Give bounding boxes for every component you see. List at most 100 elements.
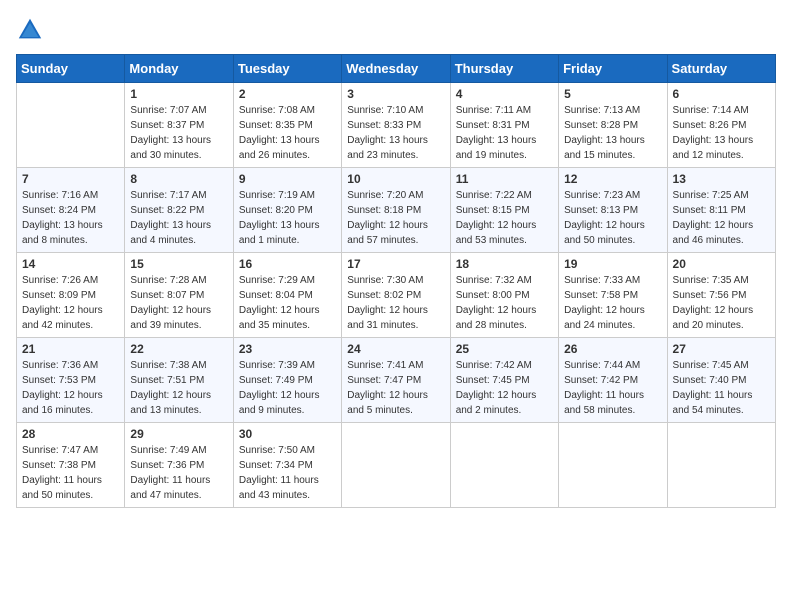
day-info: Sunrise: 7:45 AM Sunset: 7:40 PM Daylight:…: [673, 358, 770, 418]
sunrise-text: Sunrise: 7:16 AM: [22, 190, 98, 201]
day-info: Sunrise: 7:44 AMSunset: 7:42 PMDaylight:…: [564, 358, 661, 418]
sunrise-text: Sunrise: 7:22 AM: [456, 190, 532, 201]
page-header: [16, 16, 776, 44]
sunrise-text: Sunrise: 7:28 AM: [130, 275, 206, 286]
calendar-cell: 25Sunrise: 7:42 AMSunset: 7:45 PMDayligh…: [450, 338, 558, 423]
daylight-text: Daylight: 12 hours and 53 minutes.: [456, 220, 537, 246]
calendar-cell: 26Sunrise: 7:44 AMSunset: 7:42 PMDayligh…: [559, 338, 667, 423]
day-info: Sunrise: 7:20 AMSunset: 8:18 PMDaylight:…: [347, 188, 444, 248]
sunset-text: Sunset: 8:11 PM: [673, 205, 746, 216]
calendar-cell: 9 Sunrise: 7:19 AM Sunset: 8:20 PM Daylight…: [233, 168, 341, 253]
daylight-text: Daylight: 13 hours and 15 minutes.: [564, 135, 645, 161]
header-monday: Monday: [125, 55, 233, 83]
calendar-cell: 4Sunrise: 7:11 AMSunset: 8:31 PMDaylight…: [450, 83, 558, 168]
sunrise-text: Sunrise: 7:10 AM: [347, 105, 423, 116]
sunset-text: Sunset: 8:22 PM: [130, 205, 204, 216]
day-number: 7: [22, 172, 119, 186]
sunrise-text: Sunrise: 7:17 AM: [130, 190, 206, 201]
sunrise-text: Sunrise: 7:42 AM: [456, 360, 532, 371]
calendar-cell: 13Sunrise: 7:25 AMSunset: 8:11 PMDayligh…: [667, 168, 775, 253]
calendar-cell: 22Sunrise: 7:38 AMSunset: 7:51 PMDayligh…: [125, 338, 233, 423]
daylight-text: Daylight: 12 hours and 31 minutes.: [347, 305, 428, 331]
calendar-week-1: 1Sunrise: 7:07 AMSunset: 8:37 PMDaylight…: [17, 83, 776, 168]
calendar-cell: 14Sunrise: 7:26 AMSunset: 8:09 PMDayligh…: [17, 253, 125, 338]
day-info: Sunrise: 7:14 AMSunset: 8:26 PMDaylight:…: [673, 103, 770, 163]
daylight-text: Daylight: 11 hours and 50 minutes.: [22, 475, 102, 501]
sunset-text: Sunset: 7:40 PM: [673, 375, 747, 386]
sunset-text: Sunset: 8:04 PM: [239, 290, 313, 301]
day-number: 22: [130, 342, 227, 356]
day-info: Sunrise: 7:22 AM Sunset: 8:15 PM Daylight:…: [456, 188, 553, 248]
daylight-text: Daylight: 13 hours and 1 minute.: [239, 220, 320, 246]
header-tuesday: Tuesday: [233, 55, 341, 83]
calendar-cell: 5 Sunrise: 7:13 AM Sunset: 8:28 PM Daylight…: [559, 83, 667, 168]
sunset-text: Sunset: 7:36 PM: [130, 460, 204, 471]
calendar-cell: 17Sunrise: 7:30 AMSunset: 8:02 PMDayligh…: [342, 253, 450, 338]
day-info: Sunrise: 7:28 AMSunset: 8:07 PMDaylight:…: [130, 273, 227, 333]
sunrise-text: Sunrise: 7:39 AM: [239, 360, 315, 371]
daylight-text: Daylight: 12 hours and 50 minutes.: [564, 220, 645, 246]
daylight-text: Daylight: 13 hours and 12 minutes.: [673, 135, 754, 161]
day-info: Sunrise: 7:49 AMSunset: 7:36 PMDaylight:…: [130, 443, 227, 503]
daylight-text: Daylight: 13 hours and 23 minutes.: [347, 135, 428, 161]
sunrise-text: Sunrise: 7:13 AM: [564, 105, 640, 116]
calendar-cell: 27 Sunrise: 7:45 AM Sunset: 7:40 PM Dayligh…: [667, 338, 775, 423]
daylight-text: Daylight: 13 hours and 8 minutes.: [22, 220, 103, 246]
header-thursday: Thursday: [450, 55, 558, 83]
calendar-cell: 28Sunrise: 7:47 AMSunset: 7:38 PMDayligh…: [17, 423, 125, 508]
day-number: 9: [239, 172, 336, 186]
day-number: 24: [347, 342, 444, 356]
sunrise-text: Sunrise: 7:19 AM: [239, 190, 315, 201]
day-number: 11: [456, 172, 553, 186]
logo-icon: [16, 16, 44, 44]
header-wednesday: Wednesday: [342, 55, 450, 83]
calendar-cell: [667, 423, 775, 508]
day-number: 30: [239, 427, 336, 441]
calendar: SundayMondayTuesdayWednesdayThursdayFrid…: [16, 54, 776, 508]
sunset-text: Sunset: 8:00 PM: [456, 290, 530, 301]
day-number: 27: [673, 342, 770, 356]
daylight-text: Daylight: 13 hours and 26 minutes.: [239, 135, 320, 161]
day-number: 25: [456, 342, 553, 356]
sunset-text: Sunset: 7:34 PM: [239, 460, 313, 471]
day-info: Sunrise: 7:50 AMSunset: 7:34 PMDaylight:…: [239, 443, 336, 503]
sunrise-text: Sunrise: 7:23 AM: [564, 190, 640, 201]
calendar-cell: [342, 423, 450, 508]
day-info: Sunrise: 7:42 AMSunset: 7:45 PMDaylight:…: [456, 358, 553, 418]
day-info: Sunrise: 7:35 AMSunset: 7:56 PMDaylight:…: [673, 273, 770, 333]
day-number: 5: [564, 87, 661, 101]
sunset-text: Sunset: 7:47 PM: [347, 375, 421, 386]
sunset-text: Sunset: 8:24 PM: [22, 205, 96, 216]
day-number: 16: [239, 257, 336, 271]
sunset-text: Sunset: 7:45 PM: [456, 375, 530, 386]
daylight-text: Daylight: 12 hours and 46 minutes.: [673, 220, 754, 246]
day-info: Sunrise: 7:32 AMSunset: 8:00 PMDaylight:…: [456, 273, 553, 333]
daylight-text: Daylight: 11 hours and 47 minutes.: [130, 475, 210, 501]
sunrise-text: Sunrise: 7:32 AM: [456, 275, 532, 286]
daylight-text: Daylight: 12 hours and 24 minutes.: [564, 305, 645, 331]
day-info: Sunrise: 7:10 AMSunset: 8:33 PMDaylight:…: [347, 103, 444, 163]
sunset-text: Sunset: 8:26 PM: [673, 120, 747, 131]
sunset-text: Sunset: 8:20 PM: [239, 205, 313, 216]
sunset-text: Sunset: 8:28 PM: [564, 120, 638, 131]
sunset-text: Sunset: 7:42 PM: [564, 375, 638, 386]
sunrise-text: Sunrise: 7:45 AM: [673, 360, 749, 371]
sunset-text: Sunset: 7:58 PM: [564, 290, 638, 301]
sunrise-text: Sunrise: 7:35 AM: [673, 275, 749, 286]
calendar-cell: 11 Sunrise: 7:22 AM Sunset: 8:15 PM Dayligh…: [450, 168, 558, 253]
calendar-cell: 10 Sunrise: 7:20 AMSunset: 8:18 PMDayligh…: [342, 168, 450, 253]
daylight-text: Daylight: 12 hours and 16 minutes.: [22, 390, 103, 416]
sunrise-text: Sunrise: 7:33 AM: [564, 275, 640, 286]
sunset-text: Sunset: 8:15 PM: [456, 205, 530, 216]
sunrise-text: Sunrise: 7:47 AM: [22, 445, 98, 456]
day-number: 15: [130, 257, 227, 271]
sunrise-text: Sunrise: 7:29 AM: [239, 275, 315, 286]
calendar-cell: 15 Sunrise: 7:28 AMSunset: 8:07 PMDayligh…: [125, 253, 233, 338]
sunrise-text: Sunrise: 7:50 AM: [239, 445, 315, 456]
daylight-text: Daylight: 11 hours and 54 minutes.: [673, 390, 753, 416]
calendar-cell: 18Sunrise: 7:32 AMSunset: 8:00 PMDayligh…: [450, 253, 558, 338]
calendar-cell: 6Sunrise: 7:14 AMSunset: 8:26 PMDaylight…: [667, 83, 775, 168]
calendar-cell: 23Sunrise: 7:39 AMSunset: 7:49 PMDayligh…: [233, 338, 341, 423]
day-number: 10: [347, 172, 444, 186]
day-info: Sunrise: 7:26 AMSunset: 8:09 PMDaylight:…: [22, 273, 119, 333]
